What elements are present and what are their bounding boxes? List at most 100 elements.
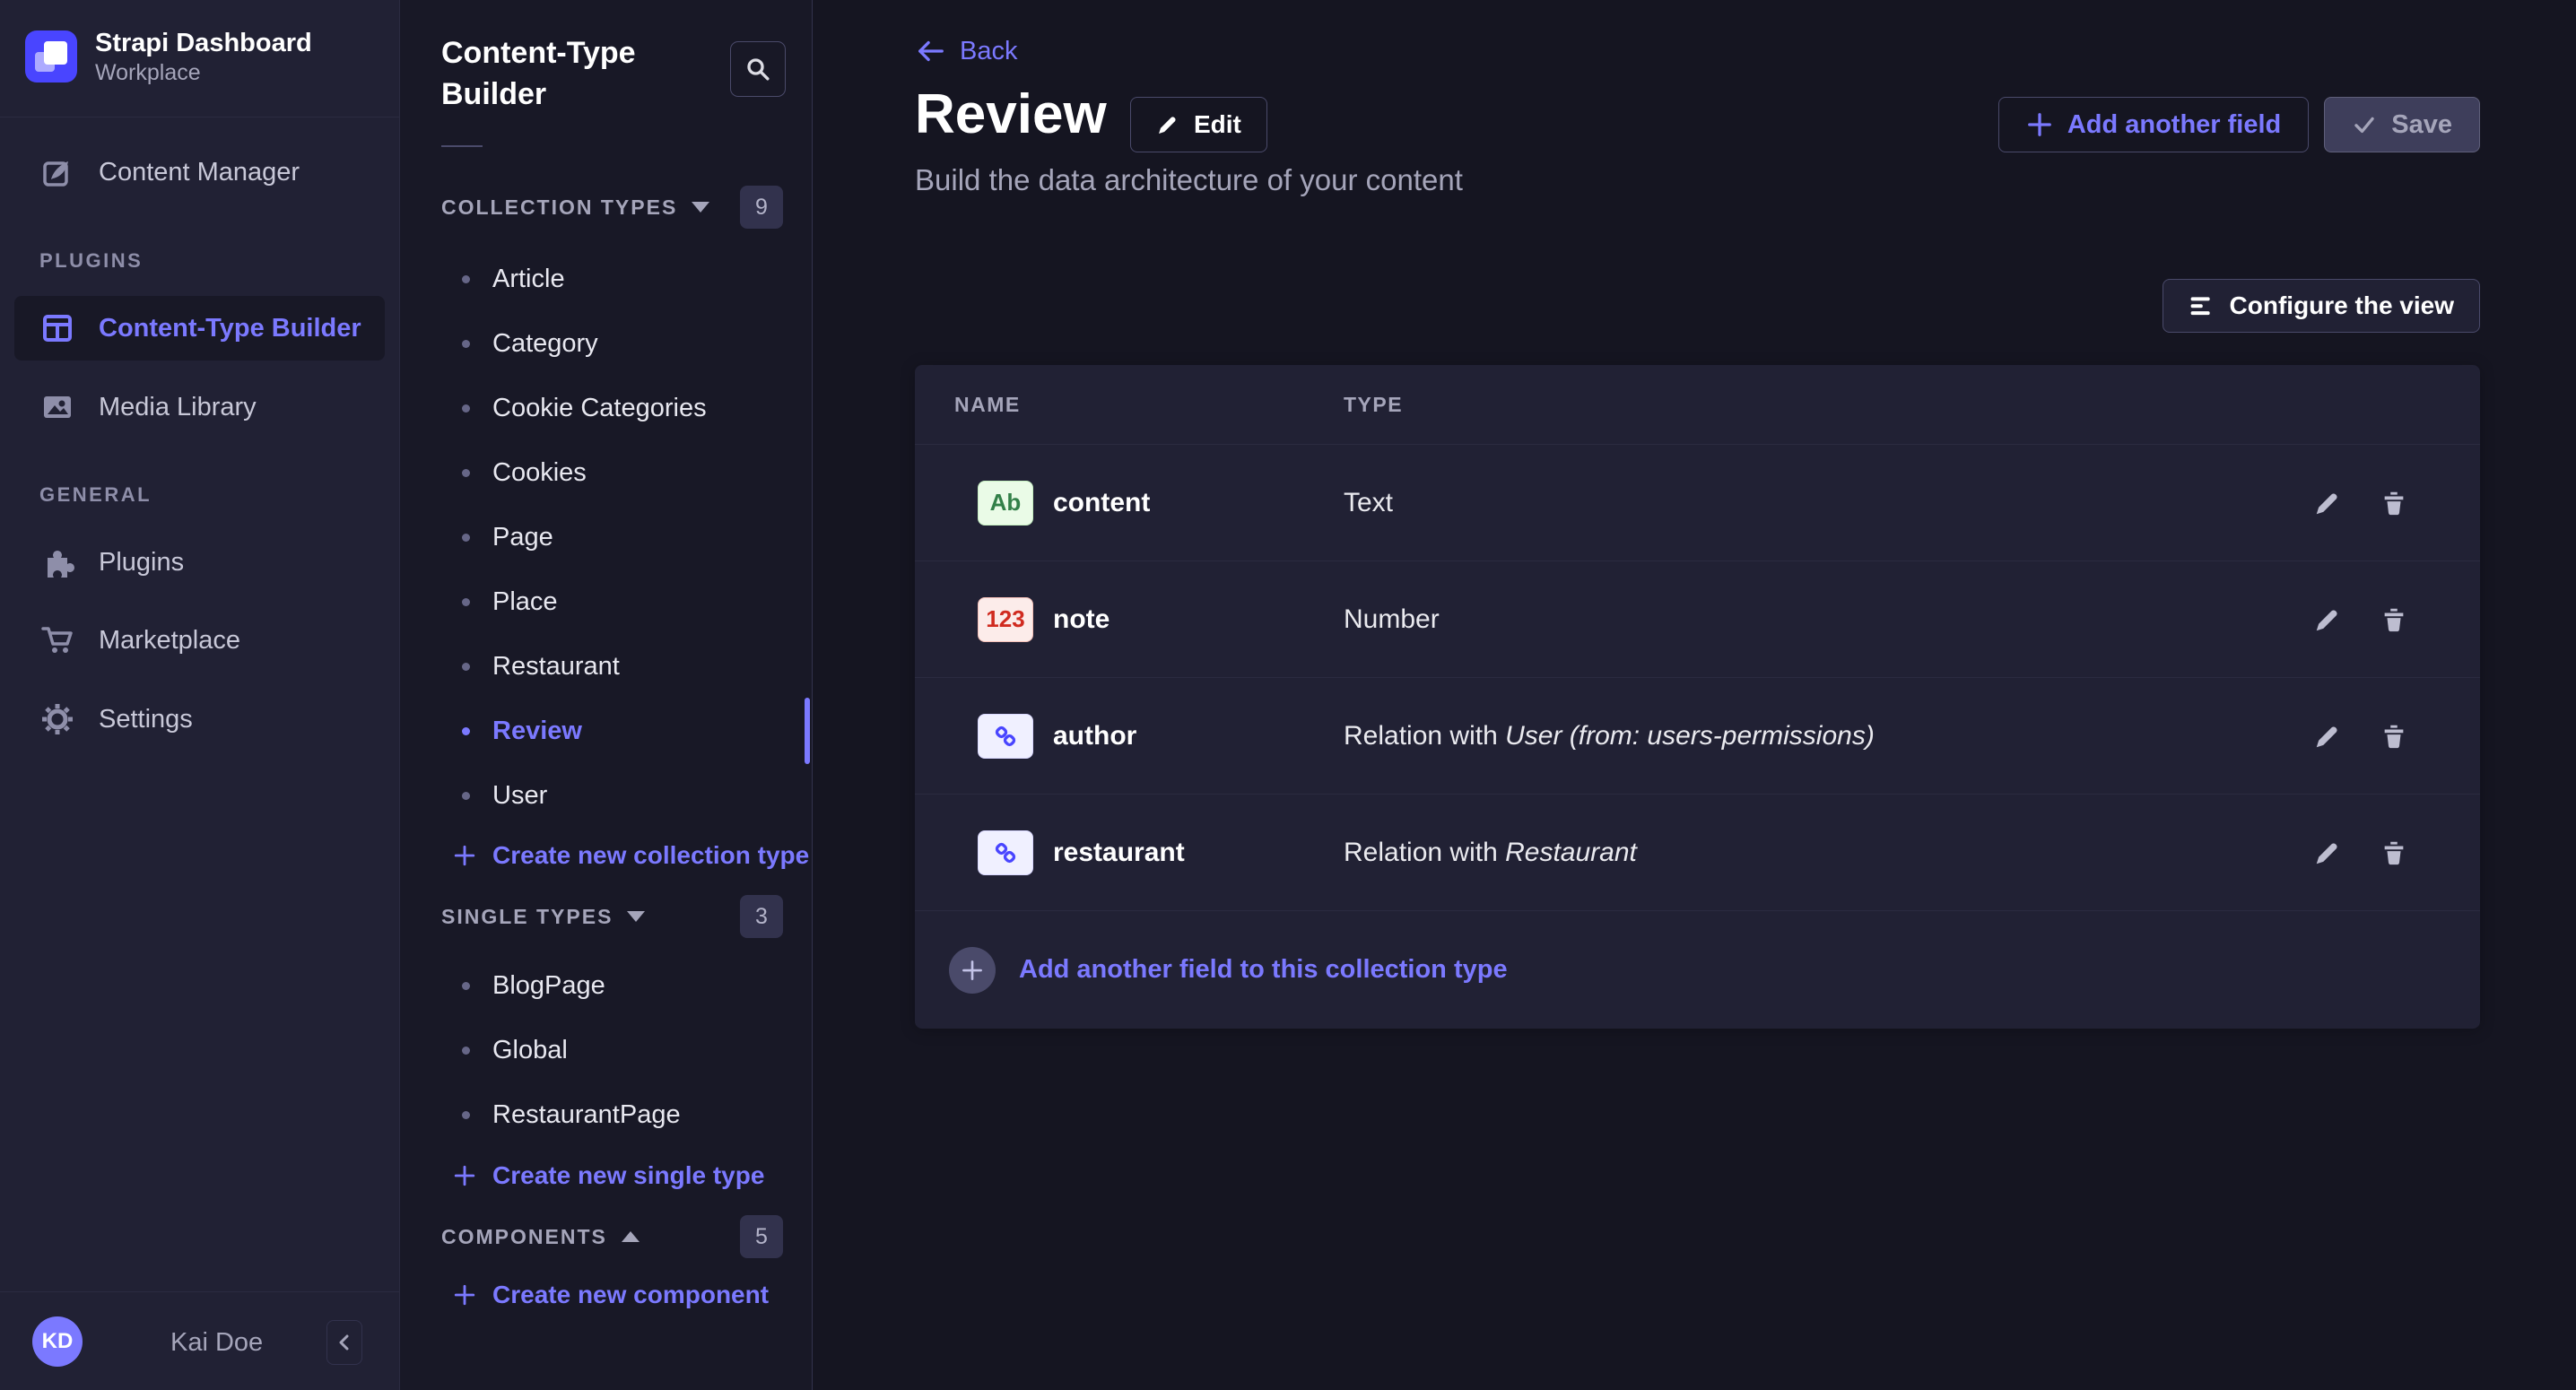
collection-types-header[interactable]: COLLECTION TYPES 9 [441, 184, 783, 230]
collection-type-restaurant[interactable]: Restaurant [400, 634, 812, 699]
relation-field-badge [978, 830, 1033, 875]
configure-the-view-button[interactable]: Configure the view [2163, 279, 2480, 333]
subnav-title: Content-Type Builder [441, 32, 710, 115]
sidebar-item-settings[interactable]: Settings [0, 689, 399, 750]
text-field-badge: Ab [978, 481, 1033, 526]
create-new-single-type-link[interactable]: Create new single type [400, 1148, 812, 1203]
single-type-blogpage[interactable]: BlogPage [400, 953, 812, 1018]
subnav-scrollbar-thumb[interactable] [805, 698, 810, 764]
bullet-icon [462, 982, 470, 990]
create-new-component-link[interactable]: Create new component [400, 1267, 812, 1323]
pencil-icon [2313, 722, 2342, 751]
brand[interactable]: Strapi Dashboard Workplace [25, 27, 312, 86]
components-label: COMPONENTS [441, 1225, 607, 1249]
trash-icon [2380, 838, 2408, 867]
edit-field-button[interactable] [2313, 722, 2342, 751]
collection-type-place[interactable]: Place [400, 569, 812, 634]
collection-type-user[interactable]: User [400, 763, 812, 828]
bullet-icon [462, 598, 470, 606]
bullet-icon [462, 534, 470, 542]
bullet-icon [462, 727, 470, 735]
sidebar-item-label: Marketplace [99, 626, 240, 656]
search-button[interactable] [730, 41, 786, 97]
edit-field-button[interactable] [2313, 838, 2342, 867]
content-type-builder-subnav: Content-Type Builder COLLECTION TYPES 9 … [400, 0, 813, 1390]
bullet-icon [462, 1111, 470, 1119]
sidebar-item-label: Plugins [99, 548, 184, 578]
components-header[interactable]: COMPONENTS 5 [441, 1213, 783, 1260]
save-button[interactable]: Save [2324, 97, 2480, 152]
trash-icon [2380, 722, 2408, 751]
collection-types-label: COLLECTION TYPES [441, 195, 677, 220]
field-row-restaurant: restaurant Relation with Restaurant [915, 794, 2480, 910]
pencil-icon [2313, 838, 2342, 867]
edit-field-button[interactable] [2313, 605, 2342, 634]
user-name: Kai Doe [170, 1328, 263, 1358]
divider [441, 145, 483, 147]
gear-icon [39, 701, 75, 737]
collection-type-category[interactable]: Category [400, 311, 812, 376]
pencil-icon [1156, 113, 1179, 136]
single-type-restaurantpage[interactable]: RestaurantPage [400, 1082, 812, 1147]
single-types-header[interactable]: SINGLE TYPES 3 [441, 893, 783, 940]
collection-type-page[interactable]: Page [400, 505, 812, 569]
collection-type-review-active[interactable]: Review [400, 699, 812, 763]
page-subtitle: Build the data architecture of your cont… [915, 163, 1463, 197]
avatar: KD [32, 1316, 83, 1367]
sidebar-item-content-type-builder[interactable]: Content-Type Builder [14, 296, 385, 361]
bullet-icon [462, 792, 470, 800]
puzzle-icon [39, 544, 75, 580]
collection-type-article[interactable]: Article [400, 247, 812, 311]
plus-icon [453, 1164, 476, 1187]
delete-field-button[interactable] [2380, 489, 2408, 517]
plus-icon [453, 844, 476, 867]
edit-field-button[interactable] [2313, 489, 2342, 517]
search-icon [744, 56, 771, 83]
sidebar-item-plugins[interactable]: Plugins [0, 532, 399, 593]
header-actions: Add another field Save [1998, 97, 2480, 152]
create-new-collection-type-link[interactable]: Create new collection type [400, 828, 812, 883]
sidebar-section-general: GENERAL [39, 483, 152, 507]
single-types-count-badge: 3 [740, 895, 783, 938]
edit-button[interactable]: Edit [1130, 97, 1267, 152]
trash-icon [2380, 489, 2408, 517]
plus-icon [453, 1283, 476, 1307]
sidebar-section-plugins: PLUGINS [39, 249, 143, 273]
collection-type-cookie-categories[interactable]: Cookie Categories [400, 376, 812, 440]
relation-field-badge [978, 714, 1033, 759]
collection-type-cookies[interactable]: Cookies [400, 440, 812, 505]
field-name: restaurant [1053, 838, 1185, 868]
sidebar-item-label: Media Library [99, 393, 257, 422]
collection-types-list: Article Category Cookie Categories Cooki… [400, 247, 812, 828]
back-link[interactable]: Back [915, 36, 1017, 66]
cart-icon [39, 622, 75, 658]
field-row-author: author Relation with User (from: users-p… [915, 677, 2480, 794]
plus-icon [960, 958, 985, 983]
check-icon [2352, 112, 2377, 137]
single-types-list: BlogPage Global RestaurantPage [400, 953, 812, 1147]
sidebar-item-marketplace[interactable]: Marketplace [0, 610, 399, 671]
pencil-icon [2313, 489, 2342, 517]
chevron-up-icon [622, 1231, 640, 1242]
page-title: Review [915, 83, 1107, 146]
collapse-sidebar-button[interactable] [326, 1320, 362, 1365]
brand-subtitle: Workplace [95, 59, 312, 86]
layout-grid-icon [39, 310, 75, 346]
field-name: author [1053, 721, 1136, 751]
single-type-global[interactable]: Global [400, 1018, 812, 1082]
field-name: content [1053, 488, 1150, 518]
sidebar-item-content-manager[interactable]: Content Manager [0, 142, 399, 203]
bullet-icon [462, 340, 470, 348]
sidebar-item-media-library[interactable]: Media Library [0, 377, 399, 438]
column-header-type: TYPE [1344, 393, 2283, 417]
delete-field-button[interactable] [2380, 838, 2408, 867]
add-another-field-button[interactable]: Add another field [1998, 97, 2309, 152]
collection-types-count-badge: 9 [740, 186, 783, 229]
fields-table: NAME TYPE Ab content Text 123 note [915, 365, 2480, 1029]
add-field-to-collection-row[interactable]: Add another field to this collection typ… [915, 910, 2480, 1029]
delete-field-button[interactable] [2380, 605, 2408, 634]
table-header: NAME TYPE [915, 365, 2480, 444]
main-content: Back Review Edit Add another field Save … [813, 0, 2576, 1390]
delete-field-button[interactable] [2380, 722, 2408, 751]
bullet-icon [462, 404, 470, 413]
